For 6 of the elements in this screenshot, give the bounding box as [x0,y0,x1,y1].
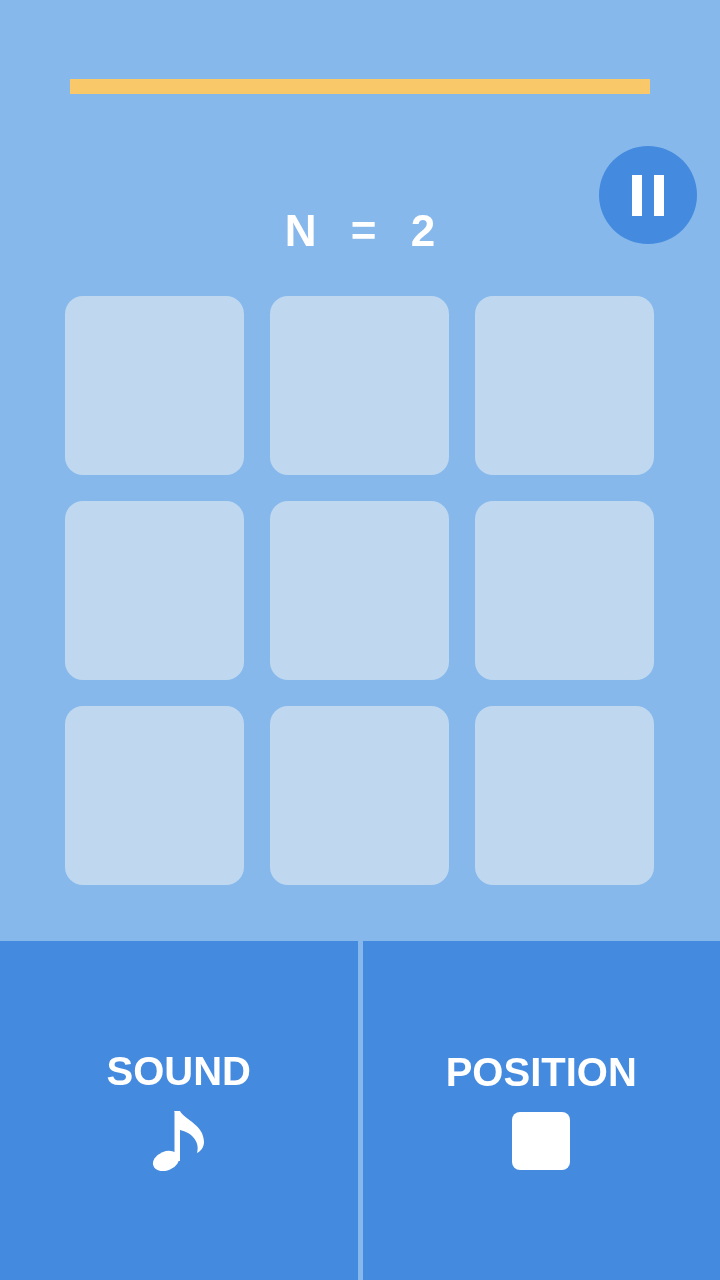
sound-match-button[interactable]: SOUND [0,941,358,1280]
square-icon [512,1111,571,1170]
n-back-level: N = 2 [284,209,436,253]
pause-icon [632,174,664,216]
music-note-icon [152,1110,206,1171]
position-match-button[interactable]: POSITION [362,941,720,1280]
